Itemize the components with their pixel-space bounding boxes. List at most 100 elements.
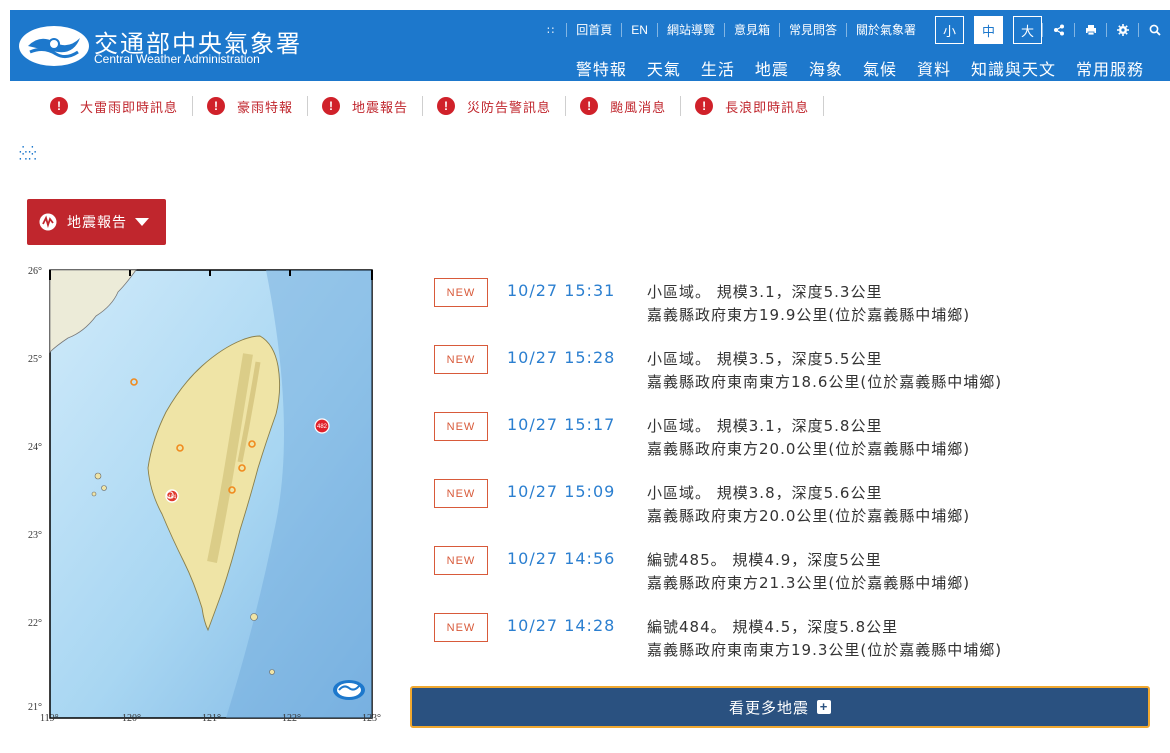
nav-knowledge[interactable]: 知識與天文 xyxy=(971,56,1056,80)
nav-data[interactable]: 資料 xyxy=(917,56,951,80)
alert-label: 颱風消息 xyxy=(610,100,667,116)
exclamation-icon: ! xyxy=(580,97,599,115)
list-item[interactable]: NEW 10/27 15:28 小區域。 規模3.5，深度5.5公里 嘉義縣政府… xyxy=(434,343,1134,410)
lon-label: 123° xyxy=(362,713,381,724)
link-english[interactable]: EN xyxy=(621,23,657,37)
new-badge: NEW xyxy=(434,278,488,307)
lat-label: 21° xyxy=(28,702,42,713)
event-location[interactable]: 嘉義縣政府東南東方18.6公里(位於嘉義縣中埔鄉) xyxy=(647,371,1002,392)
menu-dots-icon: ∷ xyxy=(547,23,555,37)
event-location[interactable]: 嘉義縣政府東南東方19.3公里(位於嘉義縣中埔鄉) xyxy=(647,639,1002,660)
event-location[interactable]: 嘉義縣政府東方21.3公里(位於嘉義縣中埔鄉) xyxy=(647,572,970,593)
link-home[interactable]: 回首頁 xyxy=(566,23,621,37)
event-summary[interactable]: 小區域。 規模3.5，深度5.5公里 xyxy=(647,348,882,369)
search-icon[interactable] xyxy=(1138,23,1170,37)
link-feedback[interactable]: 意見箱 xyxy=(723,23,779,37)
event-time[interactable]: 10/27 15:09 xyxy=(507,482,615,501)
exclamation-icon: ! xyxy=(695,97,714,115)
new-badge: NEW xyxy=(434,412,488,441)
list-item[interactable]: NEW 10/27 15:09 小區域。 規模3.8，深度5.6公里 嘉義縣政府… xyxy=(434,477,1134,544)
marker-label-484: 484 xyxy=(168,495,177,501)
font-size-large-button[interactable]: 大 xyxy=(1013,16,1042,44)
alert-label: 長浪即時訊息 xyxy=(725,100,810,116)
new-badge: NEW xyxy=(434,546,488,575)
alert-typhoon[interactable]: ! 颱風消息 xyxy=(580,96,682,116)
alert-label: 地震報告 xyxy=(352,100,409,116)
exclamation-icon: ! xyxy=(437,97,456,115)
dropdown-label: 地震報告 xyxy=(67,215,127,231)
new-badge: NEW xyxy=(434,479,488,508)
lon-label: 120° xyxy=(122,713,141,724)
lat-label: 23° xyxy=(28,530,42,541)
share-icon[interactable] xyxy=(1042,23,1074,37)
lat-label: 22° xyxy=(28,618,42,629)
lon-label: 121° xyxy=(202,713,221,724)
event-summary[interactable]: 小區域。 規模3.1，深度5.8公里 xyxy=(647,415,882,436)
event-summary[interactable]: 小區域。 規模3.1，深度5.3公里 xyxy=(647,281,882,302)
event-summary[interactable]: 編號484。 規模4.5，深度5.8公里 xyxy=(647,616,898,637)
plus-icon: + xyxy=(817,700,831,714)
earthquake-icon xyxy=(39,213,57,231)
event-location[interactable]: 嘉義縣政府東方20.0公里(位於嘉義縣中埔鄉) xyxy=(647,505,970,526)
nav-earthquake[interactable]: 地震 xyxy=(755,56,789,80)
event-time[interactable]: 10/27 14:56 xyxy=(507,549,615,568)
cwa-emblem-icon xyxy=(333,680,365,700)
font-size-medium-button[interactable]: 中 xyxy=(974,16,1003,44)
lat-label: 26° xyxy=(28,266,42,277)
lat-label: 25° xyxy=(28,354,42,365)
more-button-label: 看更多地震 xyxy=(728,698,809,717)
nav-weather[interactable]: 天氣 xyxy=(647,56,681,80)
main-nav: 警特報 天氣 生活 地震 海象 氣候 資料 知識與天文 常用服務 xyxy=(556,56,1144,80)
nav-services[interactable]: 常用服務 xyxy=(1076,56,1144,80)
earthquake-map[interactable]: 484 482 26° 25° 24° 23° 22° 21° 119° 120… xyxy=(26,262,386,728)
link-faq[interactable]: 常見問答 xyxy=(778,23,846,37)
cwa-logo[interactable] xyxy=(18,24,90,68)
exclamation-icon: ! xyxy=(207,97,226,115)
brand-name-en[interactable]: Central Weather Administration xyxy=(94,52,260,66)
new-badge: NEW xyxy=(434,613,488,642)
nav-marine[interactable]: 海象 xyxy=(809,56,843,80)
event-summary[interactable]: 編號485。 規模4.9，深度5公里 xyxy=(647,549,882,570)
event-time[interactable]: 10/27 15:17 xyxy=(507,415,615,434)
gear-icon[interactable] xyxy=(1106,23,1138,37)
link-about[interactable]: 關於氣象署 xyxy=(845,23,925,37)
earthquake-list: NEW 10/27 15:31 小區域。 規模3.1，深度5.3公里 嘉義縣政府… xyxy=(434,276,1134,678)
list-item[interactable]: NEW 10/27 15:31 小區域。 規模3.1，深度5.3公里 嘉義縣政府… xyxy=(434,276,1134,343)
nav-climate[interactable]: 氣候 xyxy=(863,56,897,80)
event-time[interactable]: 10/27 14:28 xyxy=(507,616,615,635)
event-location[interactable]: 嘉義縣政府東方19.9公里(位於嘉義縣中埔鄉) xyxy=(647,304,970,325)
alert-thunderstorm[interactable]: ! 大雷雨即時訊息 xyxy=(50,96,194,116)
event-time[interactable]: 10/27 15:31 xyxy=(507,281,615,300)
nav-warnings[interactable]: 警特報 xyxy=(576,56,627,80)
lon-label: 119° xyxy=(40,713,59,724)
alert-swell[interactable]: ! 長浪即時訊息 xyxy=(695,96,825,116)
breadcrumb-dots-icon[interactable]: ∴∴ ∴∴ xyxy=(19,144,38,164)
event-location[interactable]: 嘉義縣政府東方20.0公里(位於嘉義縣中埔鄉) xyxy=(647,438,970,459)
lon-label: 122° xyxy=(282,713,301,724)
event-summary[interactable]: 小區域。 規模3.8，深度5.6公里 xyxy=(647,482,882,503)
lat-label: 24° xyxy=(28,442,42,453)
alert-label: 豪雨特報 xyxy=(237,100,294,116)
alert-label: 大雷雨即時訊息 xyxy=(80,100,179,116)
exclamation-icon: ! xyxy=(50,97,68,115)
site-header: 交通部中央氣象署 Central Weather Administration … xyxy=(10,10,1170,81)
link-sitemap[interactable]: 網站導覽 xyxy=(656,23,724,37)
earthquake-report-dropdown[interactable]: 地震報告 xyxy=(27,199,166,245)
alert-label: 災防告警訊息 xyxy=(467,100,552,116)
caret-down-icon xyxy=(135,218,149,226)
alert-earthquake-report[interactable]: ! 地震報告 xyxy=(322,96,424,116)
alert-heavy-rain[interactable]: ! 豪雨特報 xyxy=(207,96,309,116)
marker-label-482: 482 xyxy=(317,424,328,430)
new-badge: NEW xyxy=(434,345,488,374)
print-icon[interactable] xyxy=(1074,23,1106,37)
alert-bar: ! 大雷雨即時訊息 ! 豪雨特報 ! 地震報告 ! 災防告警訊息 ! 颱風消息 … xyxy=(50,96,838,116)
list-item[interactable]: NEW 10/27 14:56 編號485。 規模4.9，深度5公里 嘉義縣政府… xyxy=(434,544,1134,611)
more-earthquakes-button[interactable]: 看更多地震 + xyxy=(410,686,1150,728)
list-item[interactable]: NEW 10/27 14:28 編號484。 規模4.5，深度5.8公里 嘉義縣… xyxy=(434,611,1134,678)
list-item[interactable]: NEW 10/27 15:17 小區域。 規模3.1，深度5.8公里 嘉義縣政府… xyxy=(434,410,1134,477)
alert-disaster-warning[interactable]: ! 災防告警訊息 xyxy=(437,96,567,116)
event-time[interactable]: 10/27 15:28 xyxy=(507,348,615,367)
nav-life[interactable]: 生活 xyxy=(701,56,735,80)
font-size-small-button[interactable]: 小 xyxy=(935,16,964,44)
utility-bar: ∷ 回首頁 EN 網站導覽 意見箱 常見問答 關於氣象署 小 中 大 xyxy=(547,16,1170,44)
